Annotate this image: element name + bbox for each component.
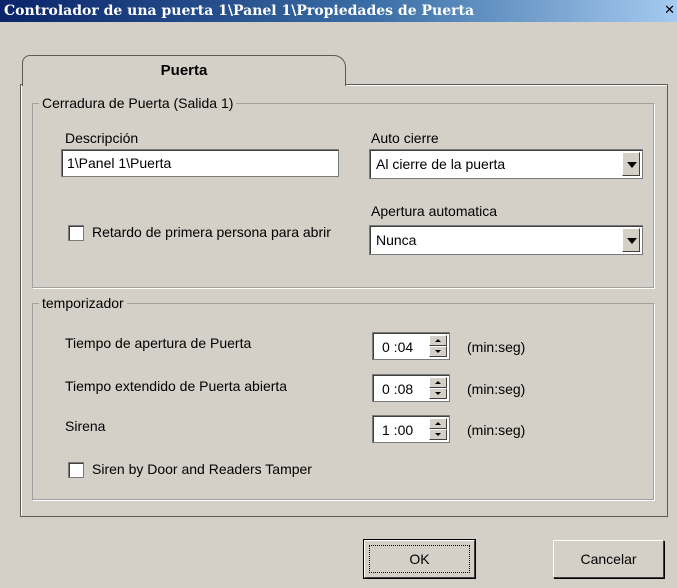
window-title: Controlador de una puerta 1\Panel 1\Prop…	[4, 3, 475, 19]
arrow-up-icon[interactable]	[429, 418, 447, 429]
ok-button[interactable]: OK	[363, 539, 476, 579]
chevron-down-icon[interactable]	[622, 152, 640, 176]
tab-puerta[interactable]: Puerta	[22, 55, 346, 86]
open-time-stepper[interactable]: 0 :04	[372, 332, 450, 360]
first-person-delay-checkbox[interactable]	[68, 225, 84, 241]
extended-time-unit: (min:seg)	[467, 381, 526, 397]
siren-time-label: Sirena	[65, 418, 106, 434]
lock-group: Cerradura de Puerta (Salida 1) Descripci…	[32, 95, 654, 288]
cancel-button-label: Cancelar	[580, 551, 637, 567]
arrow-down-icon[interactable]	[429, 388, 447, 399]
description-field[interactable]: 1\Panel 1\Puerta	[61, 149, 339, 177]
extended-time-label: Tiempo extendido de Puerta abierta	[65, 378, 288, 394]
tab-label: Puerta	[160, 62, 208, 79]
timer-group: temporizador Tiempo de apertura de Puert…	[32, 295, 654, 500]
title-bar: Controlador de una puerta 1\Panel 1\Prop…	[0, 0, 677, 22]
auto-close-label: Auto cierre	[371, 130, 439, 146]
timer-group-legend: temporizador	[39, 295, 127, 311]
close-icon[interactable]: ✕	[664, 2, 675, 18]
arrow-up-icon[interactable]	[429, 335, 447, 346]
open-time-value: 0 :04	[382, 339, 414, 355]
siren-time-stepper[interactable]: 1 :00	[372, 415, 450, 443]
chevron-down-icon[interactable]	[622, 228, 640, 252]
open-time-label: Tiempo de apertura de Puerta	[65, 335, 252, 351]
siren-tamper-label: Siren by Door and Readers Tamper	[92, 461, 312, 477]
arrow-up-icon[interactable]	[429, 377, 447, 388]
open-time-unit: (min:seg)	[467, 339, 526, 355]
tab-panel: Cerradura de Puerta (Salida 1) Descripci…	[20, 84, 668, 517]
ok-button-label: OK	[409, 551, 430, 567]
first-person-delay-label: Retardo de primera persona para abrir	[92, 224, 331, 240]
arrow-down-icon[interactable]	[429, 429, 447, 440]
siren-time-unit: (min:seg)	[467, 422, 526, 438]
lock-group-legend: Cerradura de Puerta (Salida 1)	[39, 95, 237, 111]
siren-time-value: 1 :00	[382, 422, 414, 438]
auto-close-select[interactable]: Al cierre de la puerta	[369, 149, 643, 179]
extended-time-value: 0 :08	[382, 381, 414, 397]
arrow-down-icon[interactable]	[429, 346, 447, 357]
siren-tamper-checkbox[interactable]	[68, 462, 84, 478]
cancel-button[interactable]: Cancelar	[553, 540, 664, 578]
auto-close-value: Al cierre de la puerta	[376, 156, 506, 172]
description-label: Descripción	[65, 130, 139, 146]
auto-open-label: Apertura automatica	[371, 203, 498, 219]
extended-time-stepper[interactable]: 0 :08	[372, 374, 450, 402]
auto-open-select[interactable]: Nunca	[369, 225, 643, 255]
auto-open-value: Nunca	[376, 232, 417, 248]
